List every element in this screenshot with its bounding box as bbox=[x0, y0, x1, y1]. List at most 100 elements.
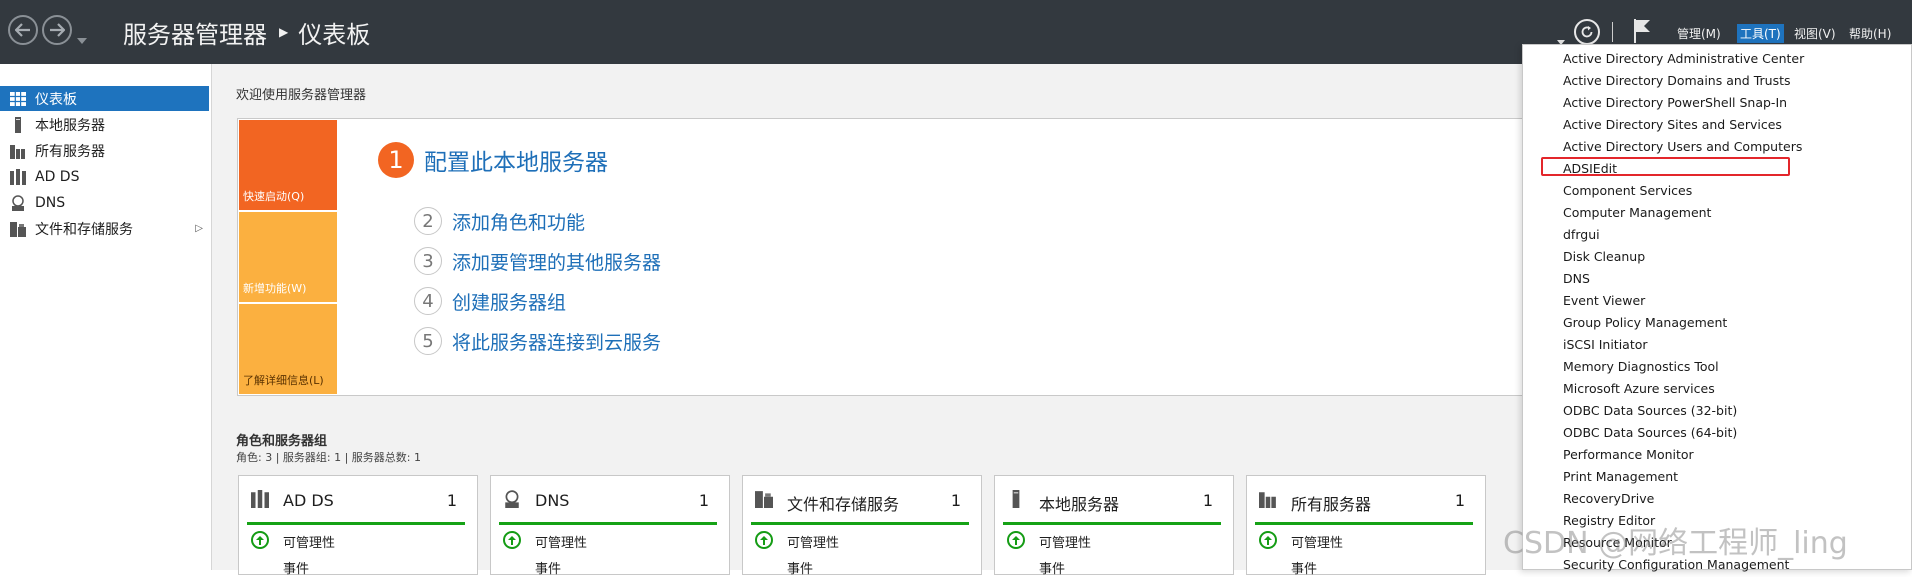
card-count: 1 bbox=[446, 491, 457, 510]
sidebar-item-dns[interactable]: DNS bbox=[0, 190, 209, 215]
step-text: 将此服务器连接到云服务 bbox=[452, 331, 662, 354]
role-card-adds[interactable]: AD DS 1 可管理性 事件 bbox=[238, 475, 478, 577]
tools-menu-item[interactable]: Active Directory Domains and Trusts bbox=[1563, 73, 1791, 88]
tools-menu-item[interactable]: iSCSI Initiator bbox=[1563, 337, 1648, 352]
status-bar bbox=[1255, 522, 1473, 525]
add-servers-link[interactable]: 3 添加要管理的其他服务器 bbox=[414, 247, 661, 275]
card-events-link[interactable]: 事件 bbox=[1039, 558, 1065, 577]
adds-icon bbox=[251, 490, 269, 512]
step-text: 添加角色和功能 bbox=[452, 211, 586, 234]
card-title: 所有服务器 bbox=[1291, 495, 1372, 514]
step-number: 2 bbox=[414, 207, 442, 235]
tools-menu-item[interactable]: RecoveryDrive bbox=[1563, 491, 1654, 506]
role-card-storage[interactable]: 文件和存储服务 1 可管理性 事件 bbox=[742, 475, 982, 577]
card-events-link[interactable]: 事件 bbox=[1291, 558, 1317, 577]
card-count: 1 bbox=[1454, 491, 1465, 510]
tools-menu-item[interactable]: Active Directory Administrative Center bbox=[1563, 51, 1804, 66]
card-status-link[interactable]: 可管理性 bbox=[1291, 532, 1343, 551]
quick-start-tile[interactable]: 快速启动(Q) bbox=[239, 120, 337, 210]
refresh-button[interactable] bbox=[1574, 19, 1600, 45]
tools-menu-item[interactable]: Print Management bbox=[1563, 469, 1678, 484]
status-bar bbox=[1003, 522, 1221, 525]
role-card-local-server[interactable]: 本地服务器 1 可管理性 事件 bbox=[994, 475, 1234, 577]
sidebar-item-label: DNS bbox=[35, 194, 66, 211]
learn-more-tile[interactable]: 了解详细信息(L) bbox=[239, 304, 337, 394]
forward-button[interactable] bbox=[42, 15, 72, 45]
refresh-icon bbox=[1581, 26, 1593, 38]
card-count: 1 bbox=[950, 491, 961, 510]
tile-label: 新增功能(W) bbox=[243, 282, 307, 295]
tools-dropdown-menu: Active Directory Administrative Center A… bbox=[1522, 44, 1912, 572]
servers-icon bbox=[9, 142, 27, 160]
watermark: CSDN @网络工程师_ling bbox=[1503, 526, 1848, 561]
tools-menu-item[interactable]: Active Directory Sites and Services bbox=[1563, 117, 1782, 132]
sidebar-item-adds[interactable]: AD DS bbox=[0, 164, 209, 189]
step-number: 1 bbox=[378, 142, 414, 178]
sidebar-item-label: 所有服务器 bbox=[35, 143, 105, 160]
arrow-right-icon bbox=[50, 23, 65, 37]
status-bar bbox=[247, 522, 465, 525]
menu-view[interactable]: 视图(V) bbox=[1791, 24, 1839, 43]
sidebar-item-local-server[interactable]: 本地服务器 bbox=[0, 112, 209, 137]
tools-menu-item[interactable]: Group Policy Management bbox=[1563, 315, 1727, 330]
tools-menu-item[interactable]: Active Directory PowerShell Snap-In bbox=[1563, 95, 1787, 110]
step-number: 4 bbox=[414, 287, 442, 315]
step-number: 3 bbox=[414, 247, 442, 275]
step-text: 添加要管理的其他服务器 bbox=[452, 251, 662, 274]
card-status-link[interactable]: 可管理性 bbox=[535, 532, 587, 551]
sidebar-item-storage[interactable]: 文件和存储服务 ▷ bbox=[0, 216, 209, 241]
card-status-link[interactable]: 可管理性 bbox=[787, 532, 839, 551]
tools-menu-item[interactable]: Event Viewer bbox=[1563, 293, 1645, 308]
connect-cloud-link[interactable]: 5 将此服务器连接到云服务 bbox=[414, 327, 661, 355]
sidebar-item-label: 本地服务器 bbox=[35, 117, 105, 134]
card-title: 文件和存储服务 bbox=[787, 495, 900, 514]
tools-menu-item[interactable]: Memory Diagnostics Tool bbox=[1563, 359, 1719, 374]
back-button[interactable] bbox=[8, 15, 38, 45]
menu-help[interactable]: 帮助(H) bbox=[1846, 24, 1894, 43]
tools-menu-item[interactable]: Computer Management bbox=[1563, 205, 1711, 220]
step-text: 配置此本地服务器 bbox=[424, 150, 608, 176]
card-events-link[interactable]: 事件 bbox=[787, 558, 813, 577]
dns-icon bbox=[9, 194, 27, 212]
adsiedit-highlight-box bbox=[1541, 157, 1790, 176]
menu-manage[interactable]: 管理(M) bbox=[1674, 24, 1724, 43]
menu-tools[interactable]: 工具(T) bbox=[1737, 24, 1784, 43]
arrow-left-icon bbox=[15, 23, 30, 37]
tools-menu-item[interactable]: Disk Cleanup bbox=[1563, 249, 1645, 264]
card-count: 1 bbox=[698, 491, 709, 510]
breadcrumb-page: 仪表板 bbox=[298, 20, 371, 49]
tools-menu-item[interactable]: DNS bbox=[1563, 271, 1590, 286]
ok-arrow-icon bbox=[251, 531, 269, 549]
history-dropdown[interactable] bbox=[77, 29, 87, 48]
tools-menu-item[interactable]: dfrgui bbox=[1563, 227, 1600, 242]
tools-menu-item[interactable]: ODBC Data Sources (64-bit) bbox=[1563, 425, 1737, 440]
roles-title: 角色和服务器组 bbox=[236, 434, 328, 449]
create-server-group-link[interactable]: 4 创建服务器组 bbox=[414, 287, 566, 315]
tools-menu-item[interactable]: Active Directory Users and Computers bbox=[1563, 139, 1802, 154]
tools-menu-item[interactable]: Component Services bbox=[1563, 183, 1692, 198]
configure-local-server-link[interactable]: 1 配置此本地服务器 bbox=[378, 142, 608, 178]
ok-arrow-icon bbox=[755, 531, 773, 549]
ok-arrow-icon bbox=[1007, 531, 1025, 549]
tools-menu-item[interactable]: Performance Monitor bbox=[1563, 447, 1694, 462]
expand-arrow-icon[interactable]: ▷ bbox=[195, 223, 203, 234]
sidebar-item-all-servers[interactable]: 所有服务器 bbox=[0, 138, 209, 163]
tools-menu-item[interactable]: ODBC Data Sources (32-bit) bbox=[1563, 403, 1737, 418]
role-card-all-servers[interactable]: 所有服务器 1 可管理性 事件 bbox=[1246, 475, 1486, 577]
card-events-link[interactable]: 事件 bbox=[535, 558, 561, 577]
card-status-link[interactable]: 可管理性 bbox=[1039, 532, 1091, 551]
role-card-dns[interactable]: DNS 1 可管理性 事件 bbox=[490, 475, 730, 577]
tile-label: 快速启动(Q) bbox=[243, 190, 305, 203]
card-title: DNS bbox=[535, 491, 570, 510]
card-events-link[interactable]: 事件 bbox=[283, 558, 309, 577]
breadcrumb-app[interactable]: 服务器管理器 bbox=[123, 15, 267, 50]
roles-summary: 角色: 3 | 服务器组: 1 | 服务器总数: 1 bbox=[236, 451, 422, 464]
ok-arrow-icon bbox=[503, 531, 521, 549]
toolbar-divider bbox=[1612, 22, 1613, 42]
add-roles-link[interactable]: 2 添加角色和功能 bbox=[414, 207, 585, 235]
card-status-link[interactable]: 可管理性 bbox=[283, 532, 335, 551]
breadcrumb-separator-icon: ▶ bbox=[279, 25, 289, 39]
whats-new-tile[interactable]: 新增功能(W) bbox=[239, 212, 337, 302]
tools-menu-item[interactable]: Microsoft Azure services bbox=[1563, 381, 1715, 396]
sidebar-item-dashboard[interactable]: 仪表板 bbox=[0, 86, 209, 111]
